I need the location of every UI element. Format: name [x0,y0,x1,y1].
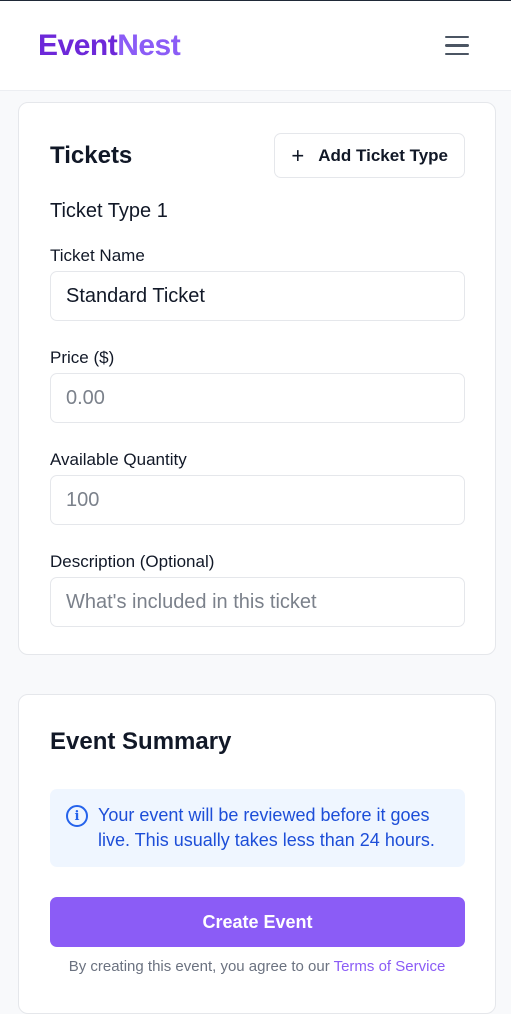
logo-text-event: Event [38,28,118,62]
ticket-type-heading: Ticket Type 1 [50,200,168,222]
review-info-text: Your event will be reviewed before it go… [98,805,435,850]
ticket-name-label: Ticket Name [50,246,145,265]
price-label: Price ($) [50,348,115,367]
tickets-card-header: Tickets + Add Ticket Type [19,103,495,178]
description-input[interactable] [50,577,465,627]
menu-bar [445,35,469,39]
hamburger-menu-icon[interactable] [445,32,473,60]
event-summary-card: Event Summary i Your event will be revie… [18,694,496,1014]
tickets-card: Tickets + Add Ticket Type Ticket Type 1 … [18,102,496,655]
app-header: EventNest [0,1,511,91]
quantity-field-group: Available Quantity [50,450,465,525]
price-field-group: Price ($) [50,348,465,423]
ticket-name-field-group: Ticket Name [50,246,465,321]
add-ticket-type-label: Add Ticket Type [318,145,448,165]
tickets-title: Tickets [50,141,133,169]
add-ticket-type-button[interactable]: + Add Ticket Type [274,133,465,178]
quantity-label: Available Quantity [50,450,187,469]
terms-prefix: By creating this event, you agree to our [68,958,334,975]
description-field-group: Description (Optional) [50,552,465,627]
menu-bar [445,52,469,56]
info-icon: i [66,805,88,827]
menu-bar [445,44,469,47]
event-summary-title: Event Summary [50,728,232,755]
logo-text-nest: Nest [117,28,181,62]
quantity-input[interactable] [50,475,465,525]
plus-icon: + [291,142,305,168]
review-info-banner: i Your event will be reviewed before it … [50,789,465,867]
description-label: Description (Optional) [50,552,215,571]
ticket-name-input[interactable] [50,271,465,321]
create-event-button[interactable]: Create Event [50,897,465,947]
terms-of-service-link[interactable]: Terms of Service [334,958,446,975]
terms-notice: By creating this event, you agree to our… [19,958,495,975]
app-logo[interactable]: EventNest [38,28,181,63]
price-input[interactable] [50,373,465,423]
